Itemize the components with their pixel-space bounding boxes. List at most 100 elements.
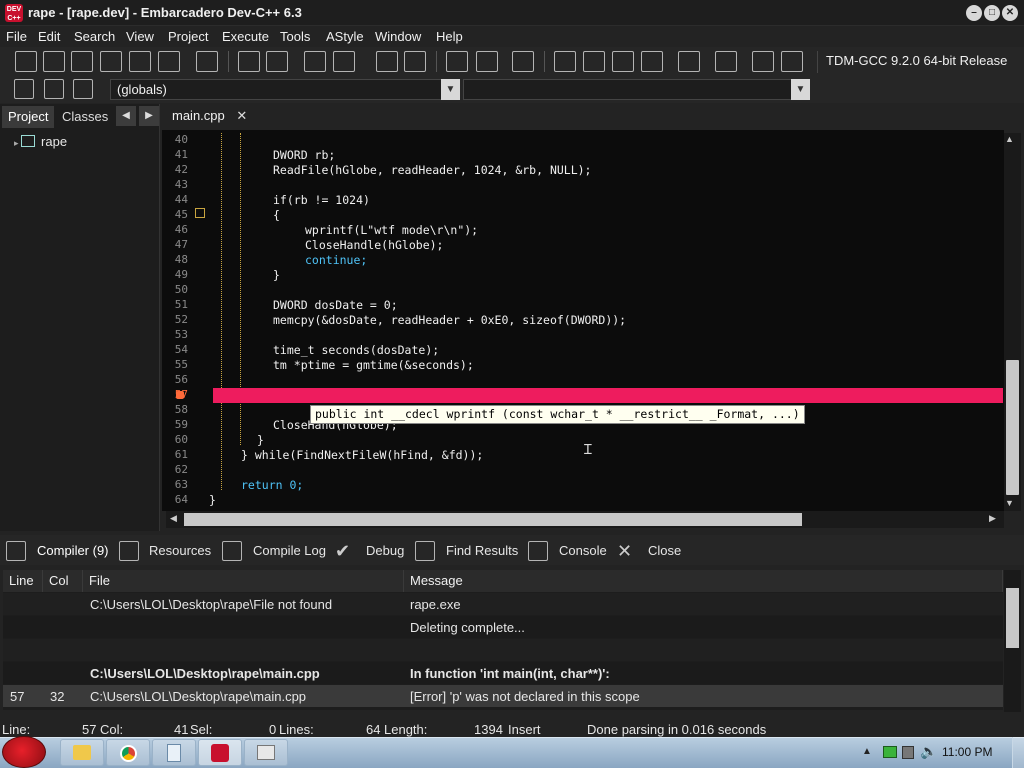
- new-file-icon[interactable]: [15, 51, 37, 72]
- print-icon[interactable]: [196, 51, 218, 72]
- row-message: [Error] 'p' was not declared in this sco…: [410, 689, 640, 704]
- tab-main-cpp[interactable]: main.cpp ✕: [166, 104, 254, 130]
- menu-tools[interactable]: Tools: [280, 29, 310, 44]
- redo-icon[interactable]: [404, 51, 426, 72]
- syntax-check-icon[interactable]: [678, 51, 700, 72]
- tab-resources[interactable]: Resources: [149, 543, 211, 558]
- messages-scroll-thumb[interactable]: [1006, 588, 1019, 648]
- bookmark-icon[interactable]: [44, 79, 64, 99]
- column-header-line[interactable]: Line: [3, 570, 43, 592]
- taskbar-notepad-icon[interactable]: [152, 739, 196, 766]
- vertical-scroll-thumb[interactable]: [1006, 360, 1019, 495]
- show-desktop-button[interactable]: [1012, 737, 1024, 768]
- code-line: time_t seconds(dosDate);: [273, 343, 440, 357]
- horizontal-scroll-thumb[interactable]: [184, 513, 802, 526]
- taskbar-explorer-icon[interactable]: [60, 739, 104, 766]
- minimize-button[interactable]: –: [966, 5, 982, 21]
- scroll-left-icon[interactable]: ◀: [170, 513, 177, 524]
- scroll-up-icon[interactable]: ▲: [1005, 134, 1014, 144]
- line-number: 50: [174, 283, 188, 296]
- goto-icon[interactable]: [14, 79, 34, 99]
- save-icon[interactable]: [71, 51, 93, 72]
- column-header-file[interactable]: File: [83, 570, 404, 592]
- indent-icon[interactable]: [333, 51, 355, 72]
- chevron-left-icon[interactable]: ◀: [116, 106, 136, 126]
- battery-icon[interactable]: [902, 746, 914, 759]
- start-button-icon[interactable]: [2, 736, 46, 768]
- menu-window[interactable]: Window: [375, 29, 421, 44]
- open-file-icon[interactable]: [43, 51, 65, 72]
- line-number: 44: [174, 193, 188, 206]
- status-sel-label: Sel:: [190, 722, 213, 737]
- taskbar-app-icon[interactable]: [244, 739, 288, 766]
- save-all-icon[interactable]: [100, 51, 122, 72]
- close-all-icon[interactable]: [158, 51, 180, 72]
- show-hidden-icons-icon[interactable]: ▲: [862, 746, 872, 757]
- status-col-label: Col:: [100, 722, 124, 737]
- taskbar-chrome-icon[interactable]: [106, 739, 150, 766]
- line-number: 63: [174, 478, 188, 491]
- line-number: 60: [174, 433, 188, 446]
- menu-search[interactable]: Search: [74, 29, 115, 44]
- taskbar-clock[interactable]: 11:00 PM: [942, 745, 992, 759]
- scope-combo[interactable]: (globals): [110, 79, 460, 100]
- comment-icon[interactable]: [304, 51, 326, 72]
- find-icon[interactable]: [238, 51, 260, 72]
- run-icon[interactable]: [583, 51, 605, 72]
- close-file-icon[interactable]: [129, 51, 151, 72]
- bookmark-toggle-icon[interactable]: [73, 79, 93, 99]
- rebuild-icon[interactable]: [641, 51, 663, 72]
- table-row[interactable]: [3, 639, 1003, 661]
- menu-file[interactable]: File: [6, 29, 27, 44]
- stop-execution-icon[interactable]: [715, 51, 737, 72]
- scroll-right-icon[interactable]: ▶: [989, 513, 996, 524]
- compile-run-icon[interactable]: [612, 51, 634, 72]
- new-project-icon[interactable]: [446, 51, 468, 72]
- taskbar-devcpp-icon[interactable]: [198, 739, 242, 766]
- scroll-down-icon[interactable]: ▼: [1005, 498, 1014, 508]
- line-number: 43: [174, 178, 188, 191]
- close-window-button[interactable]: ✕: [1002, 5, 1018, 21]
- menu-astyle[interactable]: AStyle: [326, 29, 364, 44]
- volume-icon[interactable]: 🔈: [920, 743, 937, 760]
- compiler-select[interactable]: TDM-GCC 9.2.0 64-bit Release: [817, 51, 1021, 73]
- tab-project[interactable]: Project: [2, 106, 55, 128]
- menu-view[interactable]: View: [126, 29, 154, 44]
- column-header-col[interactable]: Col: [43, 570, 83, 592]
- code-line: ReadFile(hGlobe, readHeader, 1024, &rb, …: [273, 163, 592, 177]
- network-icon[interactable]: [883, 746, 897, 758]
- tab-compile-log[interactable]: Compile Log: [253, 543, 326, 558]
- tab-debug[interactable]: Debug: [366, 543, 404, 558]
- tab-classes[interactable]: Classes: [56, 106, 114, 128]
- line-number: 47: [174, 238, 188, 251]
- code-editor[interactable]: 40 41 DWORD rb; 42 ReadFile(hGlobe, readHead…: [162, 130, 1004, 511]
- compile-icon[interactable]: [554, 51, 576, 72]
- fold-marker-icon[interactable]: [195, 208, 205, 218]
- menu-project[interactable]: Project: [168, 29, 208, 44]
- member-combo[interactable]: [463, 79, 810, 100]
- delete-profile-icon[interactable]: [781, 51, 803, 72]
- replace-icon[interactable]: [266, 51, 288, 72]
- menu-help[interactable]: Help: [436, 29, 463, 44]
- chevron-down-icon[interactable]: ▼: [441, 79, 460, 100]
- maximize-button[interactable]: □: [984, 5, 1000, 21]
- tab-console[interactable]: Console: [559, 543, 607, 558]
- menu-edit[interactable]: Edit: [38, 29, 60, 44]
- menu-execute[interactable]: Execute: [222, 29, 269, 44]
- profile-icon[interactable]: [752, 51, 774, 72]
- chevron-right-icon[interactable]: ▶: [139, 106, 159, 126]
- add-to-project-icon[interactable]: [476, 51, 498, 72]
- tab-find-results[interactable]: Find Results: [446, 543, 518, 558]
- error-marker-icon: [176, 391, 184, 399]
- close-tab-icon[interactable]: ✕: [236, 108, 247, 123]
- undo-icon[interactable]: [376, 51, 398, 72]
- line-number: 52: [174, 313, 188, 326]
- project-tree-root[interactable]: ▸ rape: [14, 134, 67, 149]
- chevron-down-icon[interactable]: ▼: [791, 79, 810, 100]
- column-header-message[interactable]: Message: [404, 570, 1003, 592]
- tab-compiler[interactable]: Compiler (9): [37, 543, 109, 558]
- tab-label: main.cpp: [172, 108, 225, 123]
- expand-icon[interactable]: ▸: [14, 138, 21, 148]
- tab-close[interactable]: Close: [648, 543, 681, 558]
- project-options-icon[interactable]: [512, 51, 534, 72]
